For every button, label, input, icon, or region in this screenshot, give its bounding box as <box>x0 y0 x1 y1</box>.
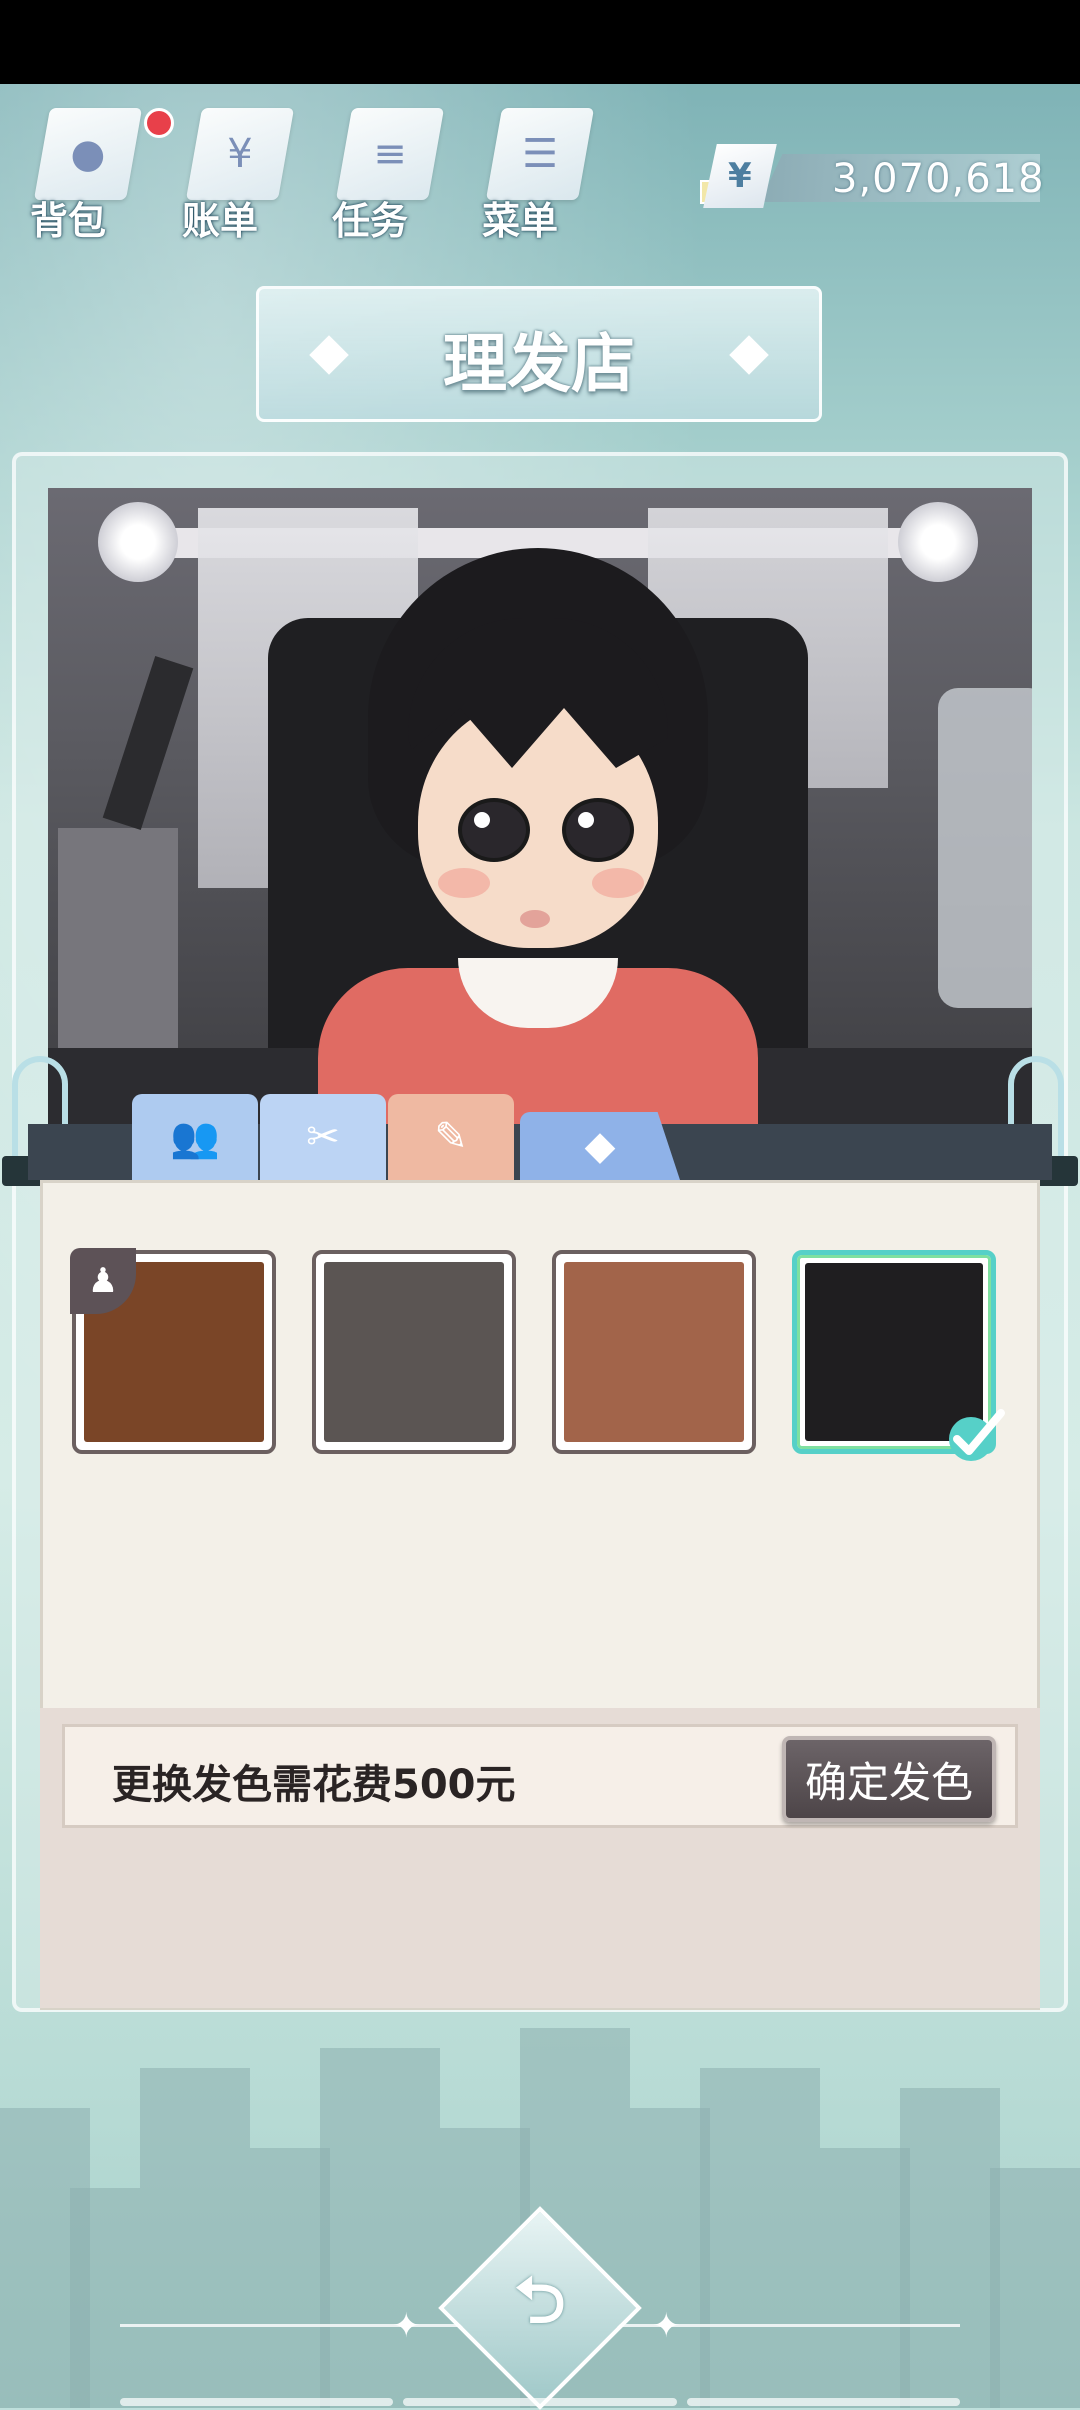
cost-info-text: 更换发色需花费500元 <box>112 1762 516 1808</box>
tab-people[interactable]: 👥 <box>132 1094 258 1180</box>
hair-color-swatch[interactable] <box>552 1250 756 1454</box>
nav-menu-button[interactable]: ☰ 菜单 <box>472 94 602 243</box>
nav-bag-button[interactable]: ● 背包 <box>20 94 174 243</box>
swatch-fill <box>564 1262 744 1442</box>
nav-bill-button[interactable]: ¥ 账单 <box>172 94 302 243</box>
nav-bag-label: 背包 <box>30 199 107 243</box>
avatar-eye <box>458 798 530 862</box>
tab-accessories[interactable]: ◆ <box>520 1112 680 1180</box>
nav-bill-label: 账单 <box>182 199 259 243</box>
page-title: 理发店 <box>443 328 635 402</box>
avatar-eye <box>562 798 634 862</box>
sparkle-icon: ✦ <box>652 2306 681 2346</box>
nav-task-label: 任务 <box>332 199 409 243</box>
tool-cup <box>58 828 178 1048</box>
hair-color-swatch[interactable]: ♟ <box>70 1248 276 1454</box>
bulb-icon <box>898 502 978 582</box>
menu-icon: ☰ <box>485 108 595 200</box>
comb-icon <box>102 655 194 831</box>
checkmark-icon <box>943 1407 1007 1463</box>
bill-icon: ¥ <box>185 108 295 200</box>
task-icon: ≡ <box>335 108 445 200</box>
sparkle-icon: ✦ <box>392 2306 421 2346</box>
avatar-mouth <box>520 910 550 928</box>
people-icon: 👥 <box>170 1114 220 1161</box>
dye-icon: ✎ <box>434 1114 468 1160</box>
status-bar <box>0 0 1080 84</box>
player-avatar <box>318 548 758 1148</box>
notification-badge <box>144 108 174 138</box>
scissors-icon: ✂ <box>306 1114 340 1160</box>
title-plaque: 理发店 <box>256 286 822 422</box>
tab-hair-dye[interactable]: ✎ <box>388 1094 514 1180</box>
avatar-cheek <box>592 868 644 898</box>
hair-color-swatch-selected[interactable] <box>792 1250 1005 1461</box>
bag-icon: ● <box>33 108 143 200</box>
bulb-icon <box>98 502 178 582</box>
system-nav-bar <box>120 2398 960 2406</box>
swatch-fill <box>324 1262 504 1442</box>
avatar-cheek <box>438 868 490 898</box>
back-arrow-icon: ⮌ <box>514 2264 566 2338</box>
nav-menu-label: 菜单 <box>482 199 559 243</box>
bottle-icon <box>938 688 1032 1008</box>
character-preview <box>48 488 1032 1148</box>
tab-haircut[interactable]: ✂ <box>260 1094 386 1180</box>
hair-color-swatch[interactable] <box>312 1250 516 1454</box>
nav-task-button[interactable]: ≡ 任务 <box>322 94 452 243</box>
confirm-color-button[interactable]: 确定发色 <box>782 1736 996 1822</box>
currency-display: ¥ 3,070,618 <box>700 144 1045 208</box>
currency-value: 3,070,618 <box>832 156 1045 202</box>
accessories-icon: ◆ <box>584 1123 616 1169</box>
